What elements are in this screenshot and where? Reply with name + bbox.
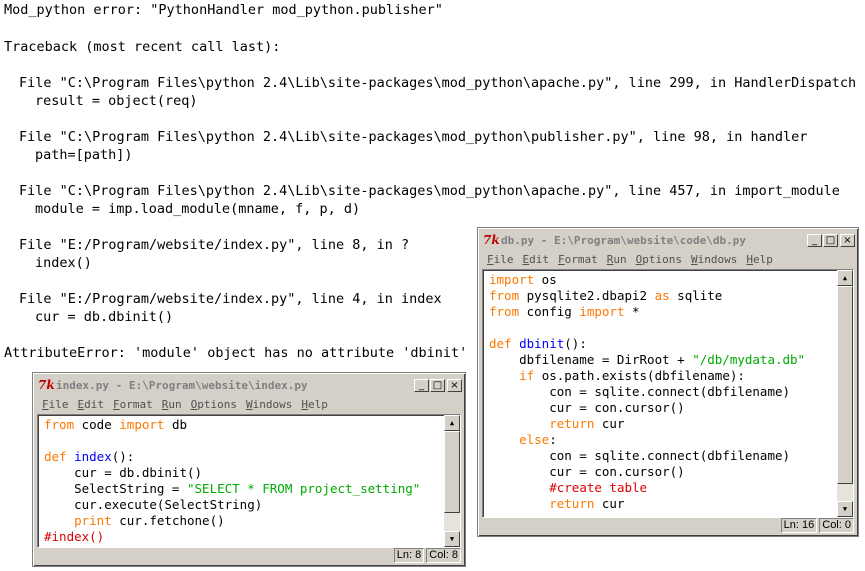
line-number: Ln: 8 xyxy=(393,548,425,563)
menu-run[interactable]: Run xyxy=(162,398,182,411)
close-button[interactable]: × xyxy=(447,378,462,392)
code-line[interactable]: cur = con.cursor() xyxy=(489,464,805,480)
code-text[interactable]: import os from pysqlite2.dbapi2 as sqlite… xyxy=(489,272,805,512)
menu-options[interactable]: Options xyxy=(636,253,682,266)
scroll-up-icon[interactable]: ▲ xyxy=(444,415,460,431)
code-editor[interactable]: import os from pysqlite2.dbapi2 as sqlite… xyxy=(482,269,854,518)
line-number: Ln: 16 xyxy=(780,518,818,533)
code-text[interactable]: from code import db def index(): cur = d… xyxy=(44,417,420,545)
traceback-frame: File "C:\Program Files\python 2.4\Lib\si… xyxy=(19,129,808,145)
python-idle-icon: 7k xyxy=(483,233,500,247)
menu-help[interactable]: Help xyxy=(301,398,328,411)
column-number: Col: 0 xyxy=(819,518,854,533)
menu-format[interactable]: Format xyxy=(558,253,598,266)
title-bar[interactable]: 7k index.py - E:\Program\website\index.p… xyxy=(36,376,462,394)
menu-windows[interactable]: Windows xyxy=(691,253,737,266)
scroll-down-icon[interactable]: ▼ xyxy=(444,531,460,547)
error-header: Mod_python error: "PythonHandler mod_pyt… xyxy=(4,2,443,18)
code-line[interactable]: return cur xyxy=(489,496,805,512)
menu-bar: File Edit Format Run Options Windows Hel… xyxy=(481,251,855,268)
menu-edit[interactable]: Edit xyxy=(523,253,550,266)
menu-windows[interactable]: Windows xyxy=(246,398,292,411)
menu-help[interactable]: Help xyxy=(746,253,773,266)
scroll-up-icon[interactable]: ▲ xyxy=(837,270,853,286)
close-button[interactable]: × xyxy=(840,233,855,247)
title-bar[interactable]: 7k db.py - E:\Program\website\code\db.py… xyxy=(481,231,855,249)
code-line[interactable]: dbfilename = DirRoot + "/db/mydata.db" xyxy=(489,352,805,368)
menu-file[interactable]: File xyxy=(42,398,69,411)
code-line[interactable]: cur.execute(SelectString) xyxy=(44,497,420,513)
code-line[interactable]: cur = con.cursor() xyxy=(489,400,805,416)
code-line[interactable]: else: xyxy=(489,432,805,448)
status-bar: Ln: 16 Col: 0 xyxy=(779,518,854,533)
code-line[interactable]: #create table xyxy=(489,480,805,496)
code-line[interactable]: #index() xyxy=(44,529,420,545)
code-line[interactable] xyxy=(489,320,805,336)
traceback-title: Traceback (most recent call last): xyxy=(4,39,281,55)
index-editor-window[interactable]: 7k index.py - E:\Program\website\index.p… xyxy=(32,372,466,567)
maximize-button[interactable]: □ xyxy=(430,378,445,392)
minimize-button[interactable]: _ xyxy=(807,233,822,247)
menu-bar: File Edit Format Run Options Windows Hel… xyxy=(36,396,462,413)
scroll-down-icon[interactable]: ▼ xyxy=(837,501,853,517)
code-line[interactable]: print cur.fetchone() xyxy=(44,513,420,529)
code-line[interactable]: from pysqlite2.dbapi2 as sqlite xyxy=(489,288,805,304)
traceback-frame: File "E:/Program/website/index.py", line… xyxy=(19,237,410,253)
code-line[interactable]: SelectString = "SELECT * FROM project_se… xyxy=(44,481,420,497)
code-line[interactable]: return cur xyxy=(489,416,805,432)
minimize-button[interactable]: _ xyxy=(414,378,429,392)
attribute-error-message: AttributeError: 'module' object has no a… xyxy=(4,345,468,361)
scroll-thumb[interactable] xyxy=(837,286,853,484)
code-line[interactable]: if os.path.exists(dbfilename): xyxy=(489,368,805,384)
code-line[interactable]: def index(): xyxy=(44,449,420,465)
vertical-scrollbar[interactable]: ▲ ▼ xyxy=(837,270,853,517)
code-line[interactable]: from code import db xyxy=(44,417,420,433)
code-line[interactable]: con = sqlite.connect(dbfilename) xyxy=(489,448,805,464)
menu-file[interactable]: File xyxy=(487,253,514,266)
menu-format[interactable]: Format xyxy=(113,398,153,411)
code-line[interactable]: def dbinit(): xyxy=(489,336,805,352)
scroll-thumb[interactable] xyxy=(444,431,460,513)
python-idle-icon: 7k xyxy=(38,378,55,392)
traceback-code: path=[path]) xyxy=(35,147,133,163)
menu-options[interactable]: Options xyxy=(191,398,237,411)
maximize-button[interactable]: □ xyxy=(823,233,838,247)
traceback-frame: File "C:\Program Files\python 2.4\Lib\si… xyxy=(19,75,857,91)
code-line[interactable] xyxy=(44,433,420,449)
code-line[interactable]: con = sqlite.connect(dbfilename) xyxy=(489,384,805,400)
code-line[interactable]: from config import * xyxy=(489,304,805,320)
status-bar: Ln: 8 Col: 8 xyxy=(392,548,461,563)
code-editor[interactable]: from code import db def index(): cur = d… xyxy=(37,414,461,548)
traceback-frame: File "E:/Program/website/index.py", line… xyxy=(19,291,442,307)
menu-edit[interactable]: Edit xyxy=(78,398,105,411)
menu-run[interactable]: Run xyxy=(607,253,627,266)
db-editor-window[interactable]: 7k db.py - E:\Program\website\code\db.py… xyxy=(477,227,859,537)
window-title: db.py - E:\Program\website\code\db.py xyxy=(501,233,747,247)
traceback-code: cur = db.dbinit() xyxy=(35,309,174,325)
traceback-frame: File "C:\Program Files\python 2.4\Lib\si… xyxy=(19,183,840,199)
traceback-code: index() xyxy=(35,255,92,271)
code-line[interactable]: cur = db.dbinit() xyxy=(44,465,420,481)
traceback-code: module = imp.load_module(mname, f, p, d) xyxy=(35,201,361,217)
window-title: index.py - E:\Program\website\index.py xyxy=(56,378,308,392)
code-line[interactable]: import os xyxy=(489,272,805,288)
traceback-code: result = object(req) xyxy=(35,93,198,109)
vertical-scrollbar[interactable]: ▲ ▼ xyxy=(444,415,460,547)
column-number: Col: 8 xyxy=(426,548,461,563)
